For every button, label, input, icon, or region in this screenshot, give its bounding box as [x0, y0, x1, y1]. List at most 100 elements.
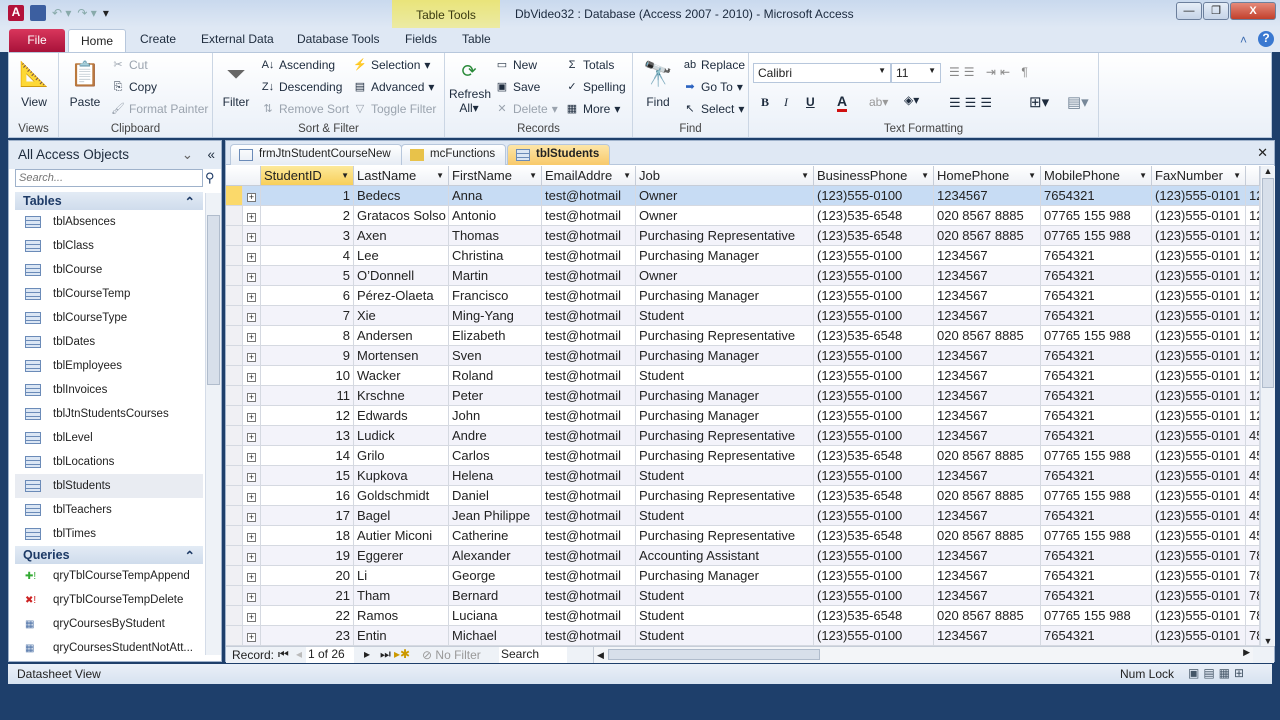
cell-lastname[interactable]: Wacker	[354, 366, 449, 386]
expand-plus-icon[interactable]: +	[247, 313, 256, 322]
font-name-select[interactable]: Calibri ▼	[753, 63, 891, 83]
cell-emailaddre[interactable]: test@hotmail	[542, 206, 636, 226]
record-search-input[interactable]: Search	[499, 647, 567, 663]
nav-table-item[interactable]: tblStudents	[15, 474, 203, 498]
cell-faxnumber[interactable]: (123)555-0101	[1152, 586, 1246, 606]
cell-businessphone[interactable]: (123)535-6548	[814, 446, 934, 466]
expand-plus-icon[interactable]: +	[247, 293, 256, 302]
maximize-button[interactable]: ❐	[1203, 2, 1229, 20]
cell-emailaddre[interactable]: test@hotmail	[542, 566, 636, 586]
nav-table-item[interactable]: tblTimes	[15, 522, 203, 546]
current-record-field[interactable]: 1 of 26	[306, 647, 354, 663]
cell-emailaddre[interactable]: test@hotmail	[542, 486, 636, 506]
table-row[interactable]: +4 Lee Christina test@hotmail Purchasing Man…	[226, 246, 1260, 266]
cell-homephone[interactable]: 1234567	[934, 386, 1041, 406]
font-color-icon[interactable]: A	[837, 93, 848, 112]
cell-mobilephone[interactable]: 7654321	[1041, 366, 1152, 386]
cell-overflow[interactable]: 45	[1246, 466, 1260, 486]
table-row[interactable]: +12 Edwards John test@hotmail Purchasing Man…	[226, 406, 1260, 426]
totals-button[interactable]: Σ Totals	[565, 58, 615, 72]
cell-job[interactable]: Student	[636, 606, 814, 626]
cell-studentid[interactable]: 7	[261, 306, 354, 326]
table-row[interactable]: +8 Andersen Elizabeth test@hotmail Purchasin…	[226, 326, 1260, 346]
cell-faxnumber[interactable]: (123)555-0101	[1152, 506, 1246, 526]
cell-homephone[interactable]: 1234567	[934, 186, 1041, 206]
expand-plus-icon[interactable]: +	[247, 333, 256, 342]
horizontal-scrollbar[interactable]: ◀ ▶	[593, 647, 1253, 663]
cell-lastname[interactable]: Axen	[354, 226, 449, 246]
highlight-icon[interactable]: ab▾	[869, 95, 888, 109]
cell-homephone[interactable]: 1234567	[934, 466, 1041, 486]
cell-overflow[interactable]: 12	[1246, 186, 1260, 206]
tab-fields[interactable]: Fields	[405, 32, 437, 46]
cell-job[interactable]: Student	[636, 626, 814, 646]
cell-studentid[interactable]: 5	[261, 266, 354, 286]
cell-lastname[interactable]: Tham	[354, 586, 449, 606]
expand-plus-icon[interactable]: +	[247, 513, 256, 522]
tab-database-tools[interactable]: Database Tools	[297, 32, 380, 46]
expand-plus-icon[interactable]: +	[247, 493, 256, 502]
cell-businessphone[interactable]: (123)535-6548	[814, 526, 934, 546]
cell-mobilephone[interactable]: 7654321	[1041, 506, 1152, 526]
refresh-all-button[interactable]: ⟳ Refresh All▾	[449, 59, 491, 115]
cell-firstname[interactable]: Jean Philippe	[449, 506, 542, 526]
cell-studentid[interactable]: 4	[261, 246, 354, 266]
nav-table-item[interactable]: tblInvoices	[15, 378, 203, 402]
row-selector[interactable]	[226, 306, 243, 326]
cell-lastname[interactable]: Bedecs	[354, 186, 449, 206]
cell-homephone[interactable]: 1234567	[934, 546, 1041, 566]
row-selector[interactable]	[226, 626, 243, 646]
cell-firstname[interactable]: Francisco	[449, 286, 542, 306]
cell-faxnumber[interactable]: (123)555-0101	[1152, 386, 1246, 406]
cell-homephone[interactable]: 020 8567 8885	[934, 326, 1041, 346]
column-header-job[interactable]: Job ▼	[636, 166, 814, 186]
cell-faxnumber[interactable]: (123)555-0101	[1152, 346, 1246, 366]
table-row[interactable]: +20 Li George test@hotmail Purchasing Manage…	[226, 566, 1260, 586]
new-record-button[interactable]: ▭ New	[495, 58, 537, 72]
nav-table-item[interactable]: tblLevel	[15, 426, 203, 450]
row-selector[interactable]	[226, 506, 243, 526]
cell-faxnumber[interactable]: (123)555-0101	[1152, 266, 1246, 286]
expand-cell[interactable]: +	[243, 386, 261, 406]
tables-section-header[interactable]: Tables ⌃	[15, 192, 203, 210]
cell-emailaddre[interactable]: test@hotmail	[542, 526, 636, 546]
tab-file[interactable]: File	[9, 29, 65, 52]
cell-emailaddre[interactable]: test@hotmail	[542, 546, 636, 566]
cell-emailaddre[interactable]: test@hotmail	[542, 386, 636, 406]
cell-studentid[interactable]: 12	[261, 406, 354, 426]
cell-homephone[interactable]: 020 8567 8885	[934, 526, 1041, 546]
cell-overflow[interactable]: 45	[1246, 426, 1260, 446]
expand-cell[interactable]: +	[243, 226, 261, 246]
cell-studentid[interactable]: 15	[261, 466, 354, 486]
column-header-mobilephone[interactable]: MobilePhone ▼	[1041, 166, 1152, 186]
cell-emailaddre[interactable]: test@hotmail	[542, 626, 636, 646]
column-header-faxnumber[interactable]: FaxNumber ▼	[1152, 166, 1246, 186]
cell-businessphone[interactable]: (123)555-0100	[814, 546, 934, 566]
cell-businessphone[interactable]: (123)555-0100	[814, 506, 934, 526]
cell-overflow[interactable]: 45	[1246, 506, 1260, 526]
cell-homephone[interactable]: 1234567	[934, 266, 1041, 286]
cell-firstname[interactable]: Luciana	[449, 606, 542, 626]
expand-cell[interactable]: +	[243, 206, 261, 226]
cell-mobilephone[interactable]: 7654321	[1041, 346, 1152, 366]
cell-faxnumber[interactable]: (123)555-0101	[1152, 406, 1246, 426]
cell-mobilephone[interactable]: 7654321	[1041, 386, 1152, 406]
expand-plus-icon[interactable]: +	[247, 533, 256, 542]
ascending-button[interactable]: A↓ Ascending	[261, 58, 335, 72]
expand-plus-icon[interactable]: +	[247, 233, 256, 242]
cell-businessphone[interactable]: (123)555-0100	[814, 626, 934, 646]
nav-table-item[interactable]: tblCourse	[15, 258, 203, 282]
vertical-scrollbar[interactable]: ▲ ▼	[1260, 166, 1275, 646]
cell-faxnumber[interactable]: (123)555-0101	[1152, 326, 1246, 346]
row-selector[interactable]	[226, 226, 243, 246]
cell-firstname[interactable]: Thomas	[449, 226, 542, 246]
cell-faxnumber[interactable]: (123)555-0101	[1152, 206, 1246, 226]
more-button[interactable]: ▦ More ▾	[565, 102, 621, 116]
expand-cell[interactable]: +	[243, 546, 261, 566]
dropdown-arrow-icon[interactable]: ▼	[801, 166, 809, 185]
cell-lastname[interactable]: Kupkova	[354, 466, 449, 486]
column-header-homephone[interactable]: HomePhone ▼	[934, 166, 1041, 186]
view-button[interactable]: 📐 View	[17, 59, 51, 109]
expand-cell[interactable]: +	[243, 266, 261, 286]
fill-color-icon[interactable]: ◈▾	[904, 93, 919, 107]
